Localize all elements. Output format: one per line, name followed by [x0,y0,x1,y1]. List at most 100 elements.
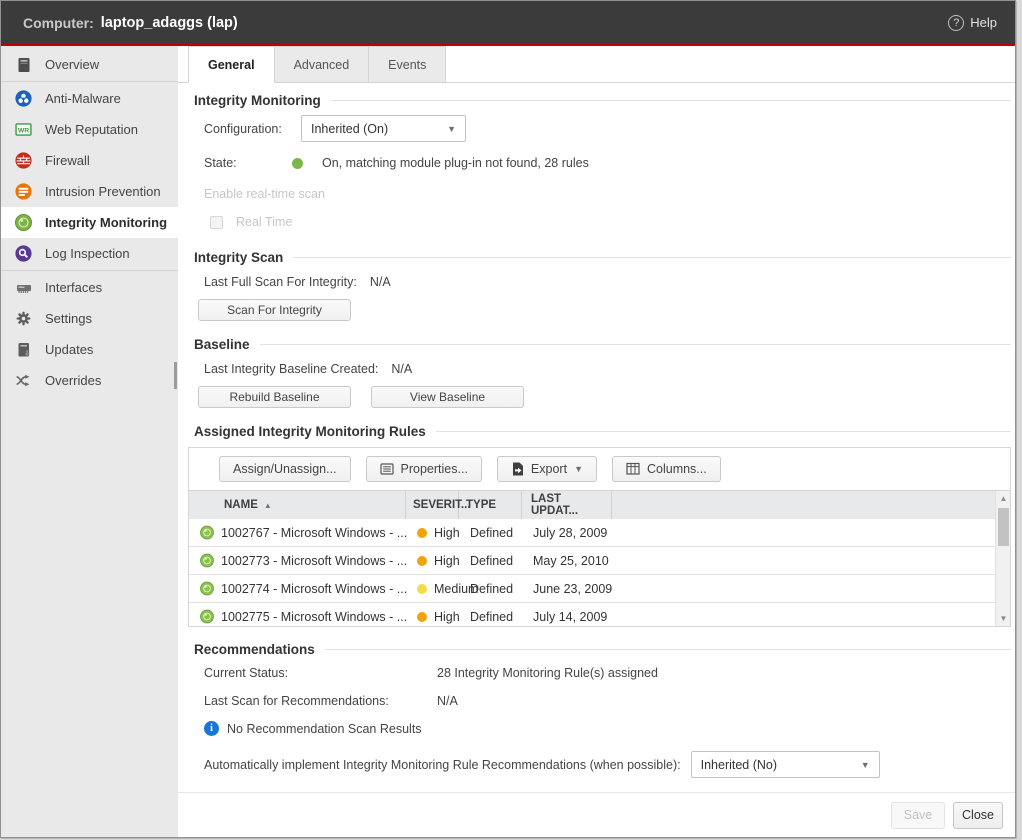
state-label: State: [204,156,292,170]
chevron-down-icon: ▼ [447,124,456,134]
general-tab-panel: Integrity Monitoring Configuration: Inhe… [178,83,1015,792]
dialog-footer: Save Close [178,792,1015,837]
table-row[interactable]: 1002773 - Microsoft Windows - ... High D… [189,547,1010,575]
properties-button[interactable]: Properties... [366,456,482,482]
real-time-checkbox[interactable] [210,216,223,229]
sidebar-item-firewall[interactable]: Firewall [1,145,178,176]
column-header-name[interactable]: NAME▲ [210,491,406,519]
web-reputation-icon: WR [15,121,32,138]
rebuild-baseline-button[interactable]: Rebuild Baseline [198,386,351,408]
sidebar-label: Settings [45,311,92,326]
tab-events[interactable]: Events [368,46,446,82]
configuration-label: Configuration: [204,122,301,136]
sidebar-divider [1,81,178,82]
rules-toolbar: Assign/Unassign... Properties... Export … [189,448,1010,490]
auto-implement-label: Automatically implement Integrity Monito… [204,758,681,772]
integrity-rule-icon [193,525,214,540]
auto-implement-value: Inherited (No) [701,758,861,772]
sidebar-item-overview[interactable]: Overview [1,49,178,80]
sidebar-item-intrusion-prevention[interactable]: Intrusion Prevention [1,176,178,207]
rules-scrollbar[interactable]: ▲ ▼ [995,491,1010,626]
rule-severity: High [410,610,463,624]
rule-last-updated: July 14, 2009 [526,610,616,624]
last-full-scan-value: N/A [370,275,391,289]
scan-for-integrity-button[interactable]: Scan For Integrity [198,299,351,321]
rules-grid-header: NAME▲ SEVERIT... TYPE LAST UPDAT... [189,491,1010,519]
severity-dot [417,612,427,622]
computer-name: laptop_adaggs (lap) [101,15,238,31]
sidebar-label: Web Reputation [45,122,138,137]
configuration-dropdown[interactable]: Inherited (On) ▼ [301,115,466,142]
svg-text:WR: WR [18,127,29,134]
table-row[interactable]: 1002767 - Microsoft Windows - ... High D… [189,519,1010,547]
sidebar-item-log-inspection[interactable]: Log Inspection [1,238,178,269]
save-button[interactable]: Save [891,802,945,829]
close-button[interactable]: Close [953,802,1003,829]
window-header: Computer: laptop_adaggs (lap) ? Help [1,1,1015,44]
sidebar-item-anti-malware[interactable]: Anti-Malware [1,83,178,114]
severity-dot [417,528,427,538]
column-header-type[interactable]: TYPE [459,491,522,519]
scrollbar-thumb[interactable] [998,508,1009,546]
rule-name: 1002767 - Microsoft Windows - ... [214,526,410,540]
enable-realtime-scan-label: Enable real-time scan [204,187,325,201]
tab-general[interactable]: General [188,46,275,83]
scroll-down-icon[interactable]: ▼ [996,611,1011,626]
sidebar-item-web-reputation[interactable]: WR Web Reputation [1,114,178,145]
computer-details-window: Computer: laptop_adaggs (lap) ? Help Ove… [0,0,1016,838]
recommendations-heading: Recommendations [194,642,1011,657]
columns-grid-icon [626,462,640,476]
sidebar-splitter-handle[interactable] [174,362,177,389]
settings-gear-icon [15,310,32,327]
table-row[interactable]: 1002775 - Microsoft Windows - ... High D… [189,603,1010,626]
chevron-down-icon: ▼ [861,760,870,770]
tab-advanced[interactable]: Advanced [274,46,370,82]
help-button[interactable]: ? Help [948,15,997,31]
rule-type: Defined [463,582,526,596]
baseline-heading: Baseline [194,337,1011,352]
firewall-icon [15,152,32,169]
overview-icon [15,56,32,73]
chevron-down-icon: ▼ [574,464,583,474]
rule-severity: High [410,554,463,568]
sidebar-item-integrity-monitoring[interactable]: Integrity Monitoring [1,207,178,238]
sidebar-item-interfaces[interactable]: Interfaces [1,272,178,303]
columns-button[interactable]: Columns... [612,456,721,482]
rule-name: 1002775 - Microsoft Windows - ... [214,610,410,624]
rules-grid-body: 1002767 - Microsoft Windows - ... High D… [189,519,1010,626]
overrides-shuffle-icon [15,372,32,389]
configuration-value: Inherited (On) [311,122,447,136]
column-header-last-updated[interactable]: LAST UPDAT... [522,491,612,519]
view-baseline-button[interactable]: View Baseline [371,386,524,408]
integrity-scan-heading: Integrity Scan [194,250,1011,265]
no-recommendation-results-text: No Recommendation Scan Results [227,722,422,736]
rule-type: Defined [463,610,526,624]
log-inspection-icon [15,245,32,262]
rule-last-updated: June 23, 2009 [526,582,616,596]
sidebar-item-updates[interactable]: Updates [1,334,178,365]
table-row[interactable]: 1002774 - Microsoft Windows - ... Medium… [189,575,1010,603]
rule-severity: Medium [410,582,463,596]
state-value: On, matching module plug-in not found, 2… [322,156,589,170]
sidebar-item-settings[interactable]: Settings [1,303,178,334]
rule-name: 1002774 - Microsoft Windows - ... [214,582,410,596]
integrity-rule-icon [193,553,214,568]
sidebar-label: Firewall [45,153,90,168]
rules-table-container: Assign/Unassign... Properties... Export … [188,447,1011,627]
last-scan-recommendations-label: Last Scan for Recommendations: [204,694,437,708]
anti-malware-icon [15,90,32,107]
tab-bar: General Advanced Events [178,46,1015,83]
severity-dot [417,584,427,594]
info-icon: i [204,721,219,736]
auto-implement-dropdown[interactable]: Inherited (No) ▼ [691,751,880,778]
scroll-up-icon[interactable]: ▲ [996,491,1011,506]
rules-grid: NAME▲ SEVERIT... TYPE LAST UPDAT... 1002… [189,490,1010,626]
sidebar-item-overrides[interactable]: Overrides [1,365,178,396]
assign-unassign-button[interactable]: Assign/Unassign... [219,456,351,482]
export-button[interactable]: Export ▼ [497,456,597,482]
rule-name: 1002773 - Microsoft Windows - ... [214,554,410,568]
column-header-severity[interactable]: SEVERIT... [406,491,459,519]
current-status-value: 28 Integrity Monitoring Rule(s) assigned [437,666,658,680]
sidebar: Overview Anti-Malware WR Web Reputation … [1,46,178,837]
integrity-monitoring-heading: Integrity Monitoring [194,93,1011,108]
